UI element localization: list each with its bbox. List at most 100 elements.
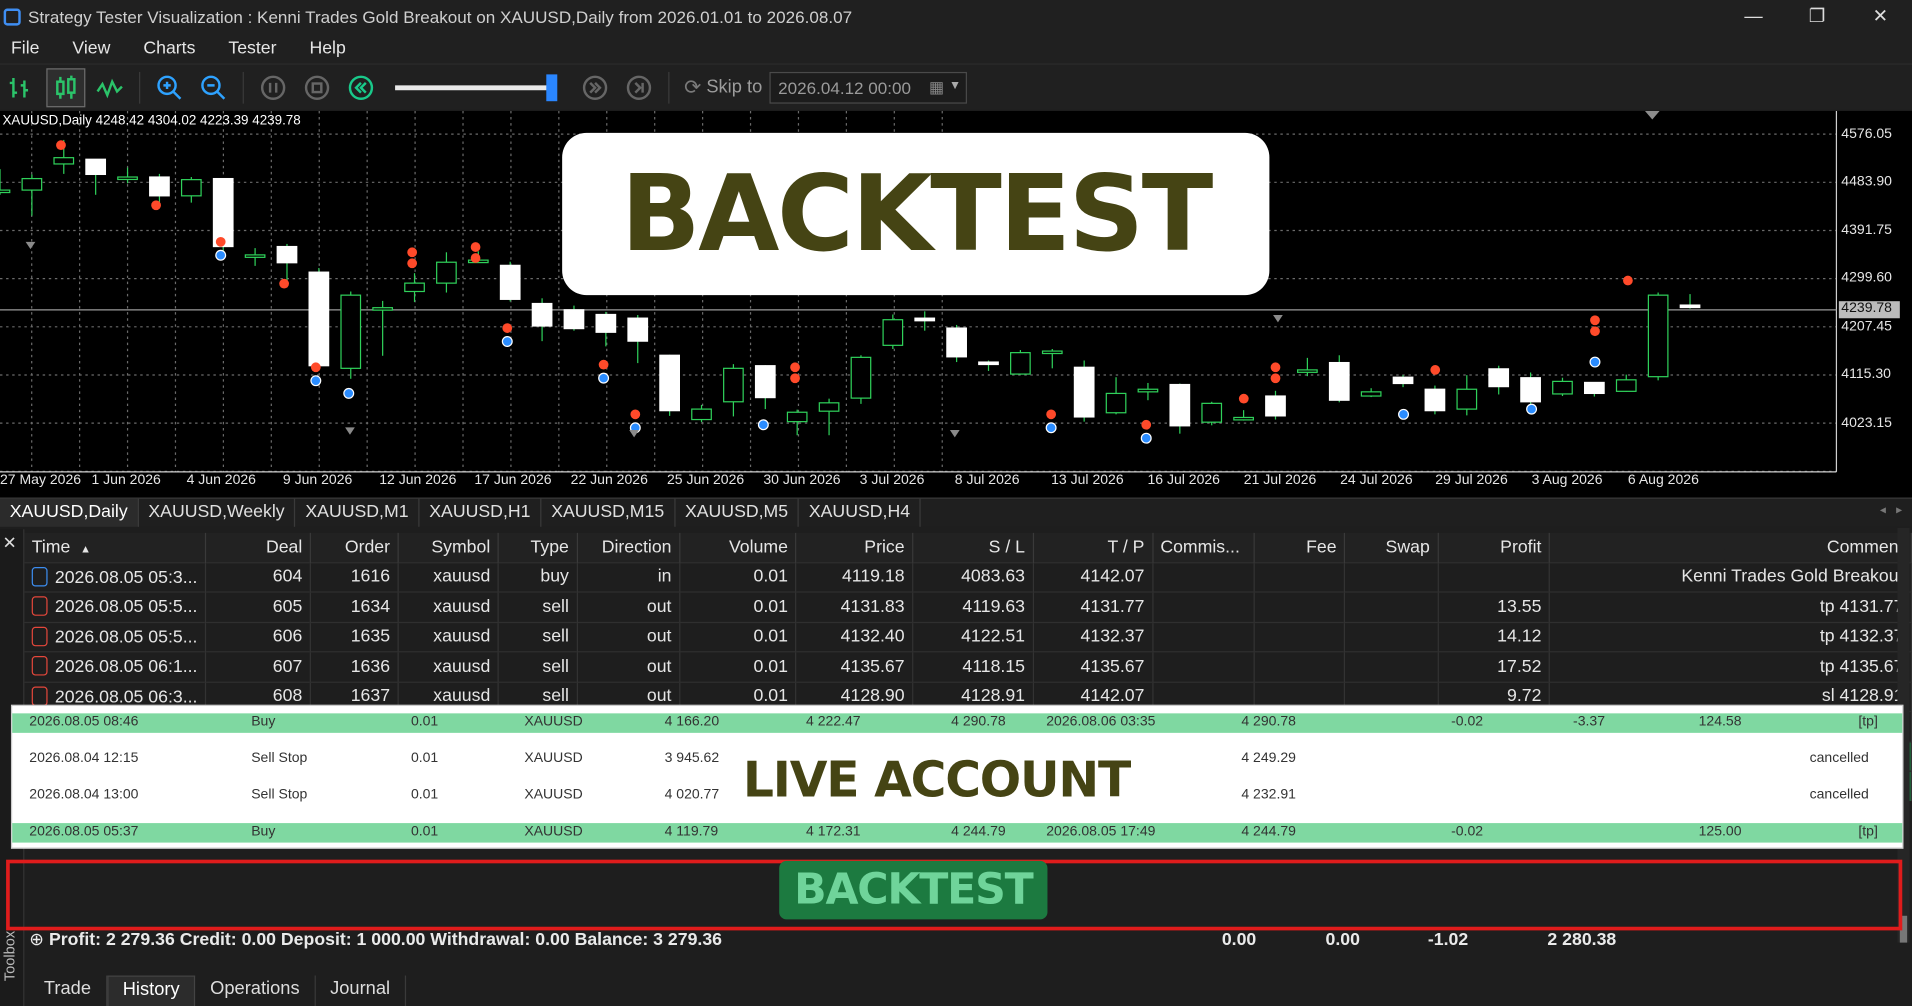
buy-arrow-icon [1589,356,1601,368]
expand-icon[interactable]: ⊕ [29,930,44,950]
live-cell-sym: XAUUSD [524,751,583,766]
cell-comment: tp 4135.67 [1549,651,1912,682]
cell-profit: 14.12 [1437,621,1550,652]
tab-history[interactable]: History [106,975,196,1006]
stop-icon[interactable] [298,68,337,107]
calendar-icon[interactable]: ▦ [929,77,944,97]
speed-slider[interactable] [395,73,561,101]
candle-body [1552,380,1573,395]
col-order[interactable]: Order [310,532,399,563]
date-tick: 25 Jun 2026 [667,473,745,488]
col-profit[interactable]: Profit [1437,532,1550,563]
candle-body [1169,383,1191,427]
col-sl[interactable]: S / L [912,532,1034,563]
candle-body [1488,368,1510,388]
col-type[interactable]: Type [498,532,578,563]
cell-price: 4135.67 [795,651,914,682]
refresh-icon: ⟳ [684,74,702,99]
tab-xauusd-h1[interactable]: XAUUSD,H1 [420,498,542,527]
date-tick: 29 Jul 2026 [1435,473,1508,488]
skip-to-button[interactable]: ⟳ Skip to [684,75,762,99]
cell-tp: 4132.37 [1032,621,1153,652]
candle-body [0,189,11,194]
candle-body [85,158,107,176]
live-cell-sym: XAUUSD [524,824,583,839]
stop-marker-icon [949,430,960,438]
table-row[interactable]: 2026.08.05 05:3... 604 1616 xauusd buy in 0.01… [24,561,1912,593]
tab-xauusd-h4[interactable]: XAUUSD,H4 [799,498,922,527]
live-cell-sym: XAUUSD [524,787,583,803]
tab-xauusd-m5[interactable]: XAUUSD,M5 [675,498,800,527]
sell-deal-icon [31,626,48,646]
maximize-button[interactable]: ❐ [1785,0,1848,34]
col-time[interactable]: Time ▲ [24,532,206,563]
pause-icon[interactable] [254,68,293,107]
col-swap[interactable]: Swap [1344,532,1439,563]
candle-body [340,294,362,369]
cell-fee [1254,651,1346,682]
cell-type: sell [498,591,578,622]
menu-help[interactable]: Help [298,34,358,63]
date-tick: 21 Jul 2026 [1243,473,1317,488]
col-price[interactable]: Price [795,532,914,563]
candle-body [1297,369,1318,373]
col-tp[interactable]: T / P [1032,532,1153,563]
cell-deal: 605 [205,591,311,622]
live-cell-close-time: 2026.08.06 03:35 [1046,714,1156,730]
menu-file[interactable]: File [0,34,52,63]
zoom-in-icon[interactable] [150,68,189,107]
col-direction[interactable]: Direction [576,532,681,563]
cell-commission [1152,651,1255,682]
tab-scroll-arrows[interactable]: ◂ ▸ [1880,504,1902,517]
cell-direction: out [576,621,681,652]
menu-tester[interactable]: Tester [217,34,288,63]
tab-journal[interactable]: Journal [315,975,406,1006]
tab-trade[interactable]: Trade [29,975,107,1006]
col-fee[interactable]: Fee [1254,532,1346,563]
bar-chart-icon[interactable] [2,68,41,107]
live-cell-close-price: 4 232.91 [1241,787,1296,803]
close-button[interactable]: ✕ [1849,0,1912,34]
tab-xauusd-daily[interactable]: XAUUSD,Daily [0,498,139,527]
tab-xauusd-weekly[interactable]: XAUUSD,Weekly [139,498,296,527]
col-symbol[interactable]: Symbol [397,532,499,563]
tab-xauusd-m15[interactable]: XAUUSD,M15 [541,498,676,527]
live-cell-fee: -3.37 [1573,714,1605,730]
price-tick: 4115.30 [1841,367,1891,382]
line-chart-icon[interactable] [90,68,129,107]
candle-body [117,176,138,181]
chevron-down-icon[interactable]: ▼ [949,79,961,92]
table-row[interactable]: 2026.08.05 05:5... 605 1634 xauusd sell out 0.… [24,591,1912,622]
live-cell-time: 2026.08.05 08:46 [29,714,139,730]
sell-arrow-icon [1270,373,1281,384]
zoom-out-icon[interactable] [194,68,233,107]
current-price-label: 4239.78 [1838,301,1900,319]
cell-fee [1254,591,1346,622]
minimize-button[interactable]: — [1722,0,1785,34]
live-cell-vol: 0.01 [410,787,439,803]
menu-charts[interactable]: Charts [132,34,207,63]
menu-view[interactable]: View [61,34,122,63]
chart-tabs: XAUUSD,Daily XAUUSD,Weekly XAUUSD,M1 XAU… [0,497,1912,527]
skip-end-icon[interactable] [619,68,658,107]
slow-down-icon[interactable] [341,68,380,107]
cell-tp: 4131.77 [1032,591,1153,622]
summary-profit: 2 280.38 [1547,930,1617,950]
col-comment[interactable]: Comment [1549,532,1912,563]
toolbox-label: Toolbox [0,930,18,982]
tab-operations[interactable]: Operations [195,975,316,1006]
table-row[interactable]: 2026.08.05 06:1... 607 1636 xauusd sell out 0.… [24,651,1912,682]
col-commission[interactable]: Commis... [1152,532,1255,563]
close-toolbox-icon[interactable]: ✕ [2,533,16,554]
candlestick-chart-icon[interactable] [46,67,86,107]
speed-up-icon[interactable] [576,68,615,107]
col-volume[interactable]: Volume [679,532,797,563]
account-summary: ⊕ Profit: 2 279.36 Credit: 0.00 Deposit:… [29,930,722,950]
summary-commission: 0.00 [1221,930,1257,950]
col-deal[interactable]: Deal [205,532,311,563]
table-row[interactable]: 2026.08.05 05:5... 606 1635 xauusd sell out 0.… [24,621,1912,652]
candle-body [786,411,808,423]
menu-bar: File View Charts Tester Help [0,34,1912,64]
tab-xauusd-m1[interactable]: XAUUSD,M1 [296,498,420,527]
skip-date-input[interactable]: 2026.04.12 00:00 ▦ ▼ [769,71,968,104]
